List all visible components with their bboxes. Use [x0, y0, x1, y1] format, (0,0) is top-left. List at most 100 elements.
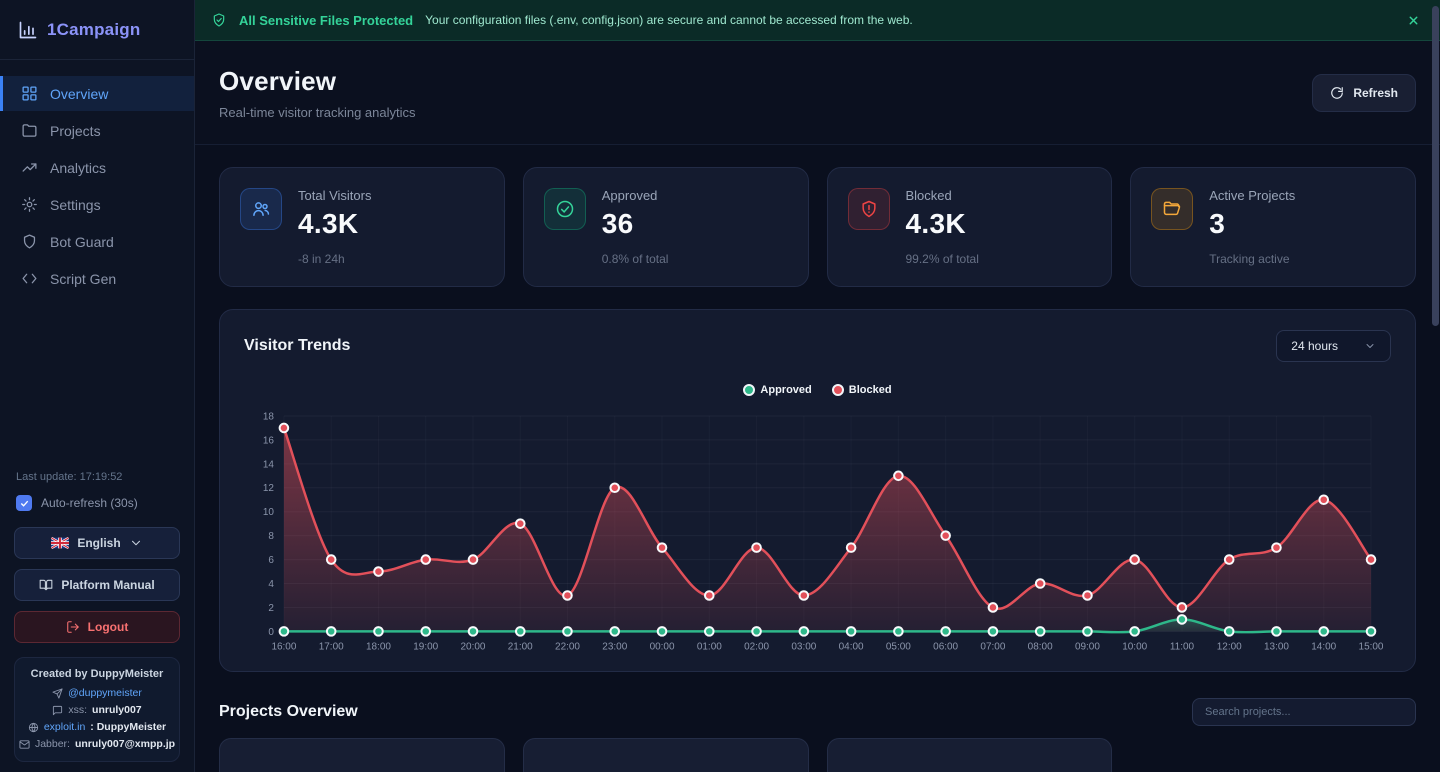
svg-text:22:00: 22:00 — [555, 641, 580, 652]
folderopen-icon — [1162, 199, 1182, 219]
stat-value: 4.3K — [298, 208, 371, 240]
svg-text:04:00: 04:00 — [839, 641, 864, 652]
contact-link[interactable]: @duppymeister — [68, 687, 142, 699]
projects-grid — [219, 738, 1416, 772]
time-range-value: 24 hours — [1291, 339, 1338, 353]
auto-refresh-checkbox[interactable] — [16, 495, 32, 511]
platform-manual-label: Platform Manual — [61, 578, 154, 592]
sidebar-item-script-gen[interactable]: Script Gen — [0, 261, 194, 296]
svg-text:09:00: 09:00 — [1075, 641, 1100, 652]
page-header: Overview Real-time visitor tracking anal… — [195, 41, 1440, 145]
legend-item-blocked[interactable]: Blocked — [832, 384, 892, 396]
logout-button[interactable]: Logout — [14, 611, 180, 643]
trending-icon — [21, 159, 38, 176]
banner-message: Your configuration files (.env, config.j… — [425, 13, 913, 27]
legend-item-approved[interactable]: Approved — [743, 384, 811, 396]
credits-contacts: @duppymeister xss:unruly007 exploit.in: Du… — [23, 687, 171, 750]
shield-check-icon — [211, 12, 227, 28]
sidebar-item-label: Projects — [50, 123, 101, 139]
stat-label: Total Visitors — [298, 188, 371, 203]
projects-overview-title: Projects Overview — [219, 703, 358, 721]
legend-label: Approved — [760, 384, 811, 396]
stat-icon-tile — [544, 188, 586, 230]
sidebar-nav: Overview Projects AnalyticsSettingsBot Gua… — [0, 60, 194, 298]
svg-text:18:00: 18:00 — [366, 641, 391, 652]
svg-text:18: 18 — [263, 411, 275, 422]
auto-refresh-label: Auto-refresh (30s) — [41, 496, 138, 510]
shieldalert-icon — [859, 199, 879, 219]
visitor-trends-panel: Visitor Trends 24 hours Approved Blocked… — [219, 309, 1416, 672]
banner-close-button[interactable] — [1403, 10, 1424, 31]
project-card[interactable] — [827, 738, 1113, 772]
stat-card-active-projects: Active Projects 3 Tracking active — [1130, 167, 1416, 287]
svg-text:21:00: 21:00 — [508, 641, 533, 652]
search-projects-input[interactable] — [1192, 698, 1416, 726]
project-card[interactable] — [219, 738, 505, 772]
uk-flag-icon — [51, 537, 69, 549]
last-update-text: Last update: 17:19:52 — [16, 471, 178, 483]
sidebar-item-overview[interactable]: Overview — [0, 76, 194, 111]
check-icon — [19, 498, 30, 509]
svg-text:12: 12 — [263, 483, 275, 494]
svg-text:16:00: 16:00 — [271, 641, 296, 652]
mail-icon — [19, 739, 30, 750]
svg-text:23:00: 23:00 — [602, 641, 627, 652]
chevron-down-icon — [129, 536, 143, 550]
stat-value: 36 — [602, 208, 658, 240]
sidebar: 1Campaign OverviewProjectsAnalyticsSetti… — [0, 0, 195, 772]
contact-link[interactable]: exploit.in — [44, 721, 85, 733]
shield-icon — [21, 233, 38, 250]
svg-text:19:00: 19:00 — [413, 641, 438, 652]
project-card[interactable] — [523, 738, 809, 772]
sidebar-bottom: Last update: 17:19:52 Auto-refresh (30s)… — [0, 461, 194, 772]
svg-text:08:00: 08:00 — [1028, 641, 1053, 652]
svg-text:20:00: 20:00 — [461, 641, 486, 652]
credits-contact[interactable]: exploit.in: DuppyMeister — [23, 721, 171, 733]
sidebar-item-projects[interactable]: Projects — [0, 113, 194, 148]
legend-label: Blocked — [849, 384, 892, 396]
svg-text:06:00: 06:00 — [933, 641, 958, 652]
contact-value: unruly007@xmpp.jp — [75, 738, 175, 750]
logout-label: Logout — [88, 620, 129, 634]
stats-grid: Total Visitors 4.3K -8 in 24h Approved 3… — [219, 167, 1416, 287]
security-banner: All Sensitive Files Protected Your confi… — [195, 0, 1440, 41]
sidebar-item-analytics[interactable]: Analytics — [0, 150, 194, 185]
svg-text:05:00: 05:00 — [886, 641, 911, 652]
refresh-label: Refresh — [1353, 86, 1398, 100]
main-area: All Sensitive Files Protected Your confi… — [195, 0, 1440, 772]
stat-label: Active Projects — [1209, 188, 1295, 203]
svg-text:07:00: 07:00 — [980, 641, 1005, 652]
credits-contact[interactable]: @duppymeister — [23, 687, 171, 699]
sidebar-item-settings[interactable]: Settings — [0, 187, 194, 222]
stat-icon-tile — [240, 188, 282, 230]
stat-card-total-visitors: Total Visitors 4.3K -8 in 24h — [219, 167, 505, 287]
contact-value: unruly007 — [92, 704, 142, 716]
contact-prefix: Jabber: — [35, 738, 70, 750]
svg-text:6: 6 — [268, 555, 274, 566]
check-icon — [555, 199, 575, 219]
logout-icon — [66, 620, 80, 634]
svg-text:2: 2 — [268, 603, 274, 614]
platform-manual-button[interactable]: Platform Manual — [14, 569, 180, 601]
sidebar-item-bot-guard[interactable]: Bot Guard — [0, 224, 194, 259]
bar-chart-icon — [18, 20, 38, 40]
stat-subtext: 99.2% of total — [906, 252, 1092, 266]
chart-legend: Approved Blocked — [244, 384, 1391, 396]
svg-text:17:00: 17:00 — [319, 641, 344, 652]
stat-label: Approved — [602, 188, 658, 203]
gear-icon — [21, 196, 38, 213]
refresh-button[interactable]: Refresh — [1312, 74, 1416, 112]
time-range-select[interactable]: 24 hours — [1276, 330, 1391, 362]
message-icon — [52, 705, 63, 716]
scrollbar-thumb[interactable] — [1432, 6, 1439, 326]
page-subtitle: Real-time visitor tracking analytics — [219, 105, 416, 120]
auto-refresh-toggle[interactable]: Auto-refresh (30s) — [16, 495, 178, 511]
svg-text:10: 10 — [263, 507, 275, 518]
visitor-trends-chart: 02468101214161816:0017:0018:0019:0020:00… — [244, 402, 1391, 653]
stat-icon-tile — [1151, 188, 1193, 230]
stat-card-approved: Approved 36 0.8% of total — [523, 167, 809, 287]
language-select-button[interactable]: English — [14, 527, 180, 559]
folder-icon — [21, 122, 38, 139]
svg-text:14: 14 — [263, 459, 275, 470]
credits-contact: xss:unruly007 — [23, 704, 171, 716]
